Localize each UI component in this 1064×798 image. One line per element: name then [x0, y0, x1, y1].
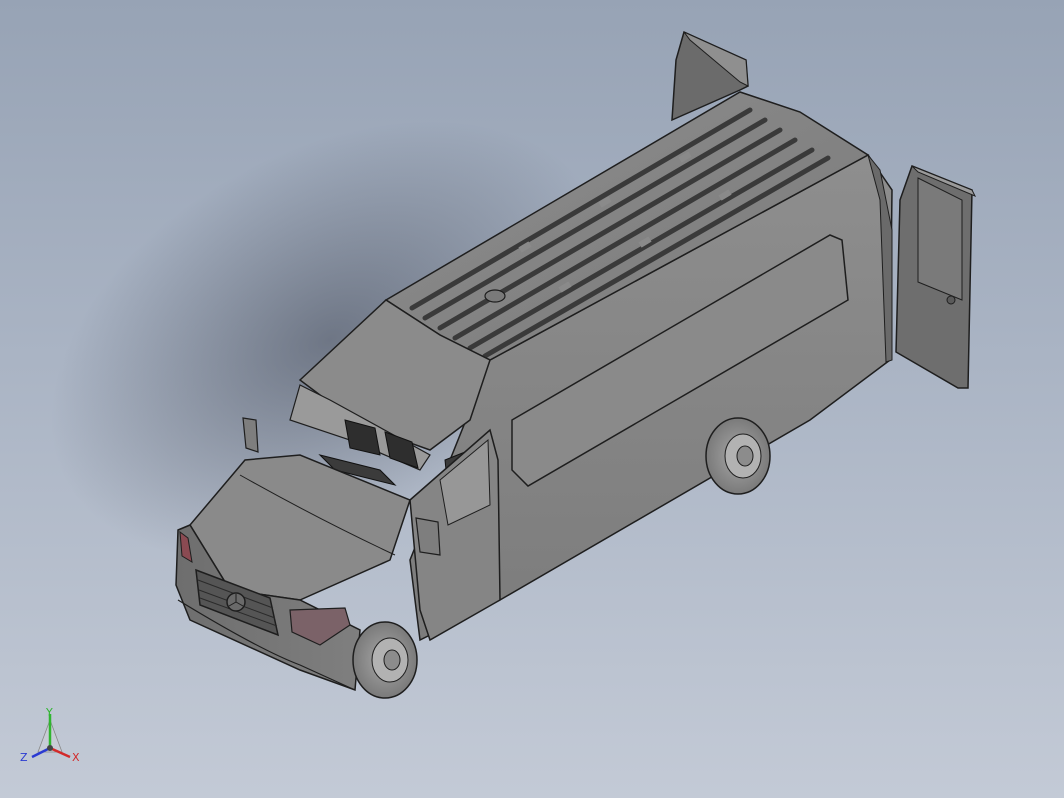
- rear-wheel: [705, 417, 771, 495]
- cad-viewport[interactable]: Y Z X: [0, 0, 1064, 798]
- roof-vent: [484, 289, 506, 303]
- rear-door-right[interactable]: [895, 165, 977, 389]
- van-model-view[interactable]: Y Z X: [0, 0, 1064, 798]
- triad-z-label: Z: [20, 751, 28, 764]
- triad-y-label: Y: [45, 706, 53, 719]
- orientation-triad: Y Z X: [20, 706, 80, 764]
- triad-x-label: X: [72, 751, 80, 764]
- mirror-right[interactable]: [415, 517, 441, 556]
- front-wheel: [352, 621, 418, 699]
